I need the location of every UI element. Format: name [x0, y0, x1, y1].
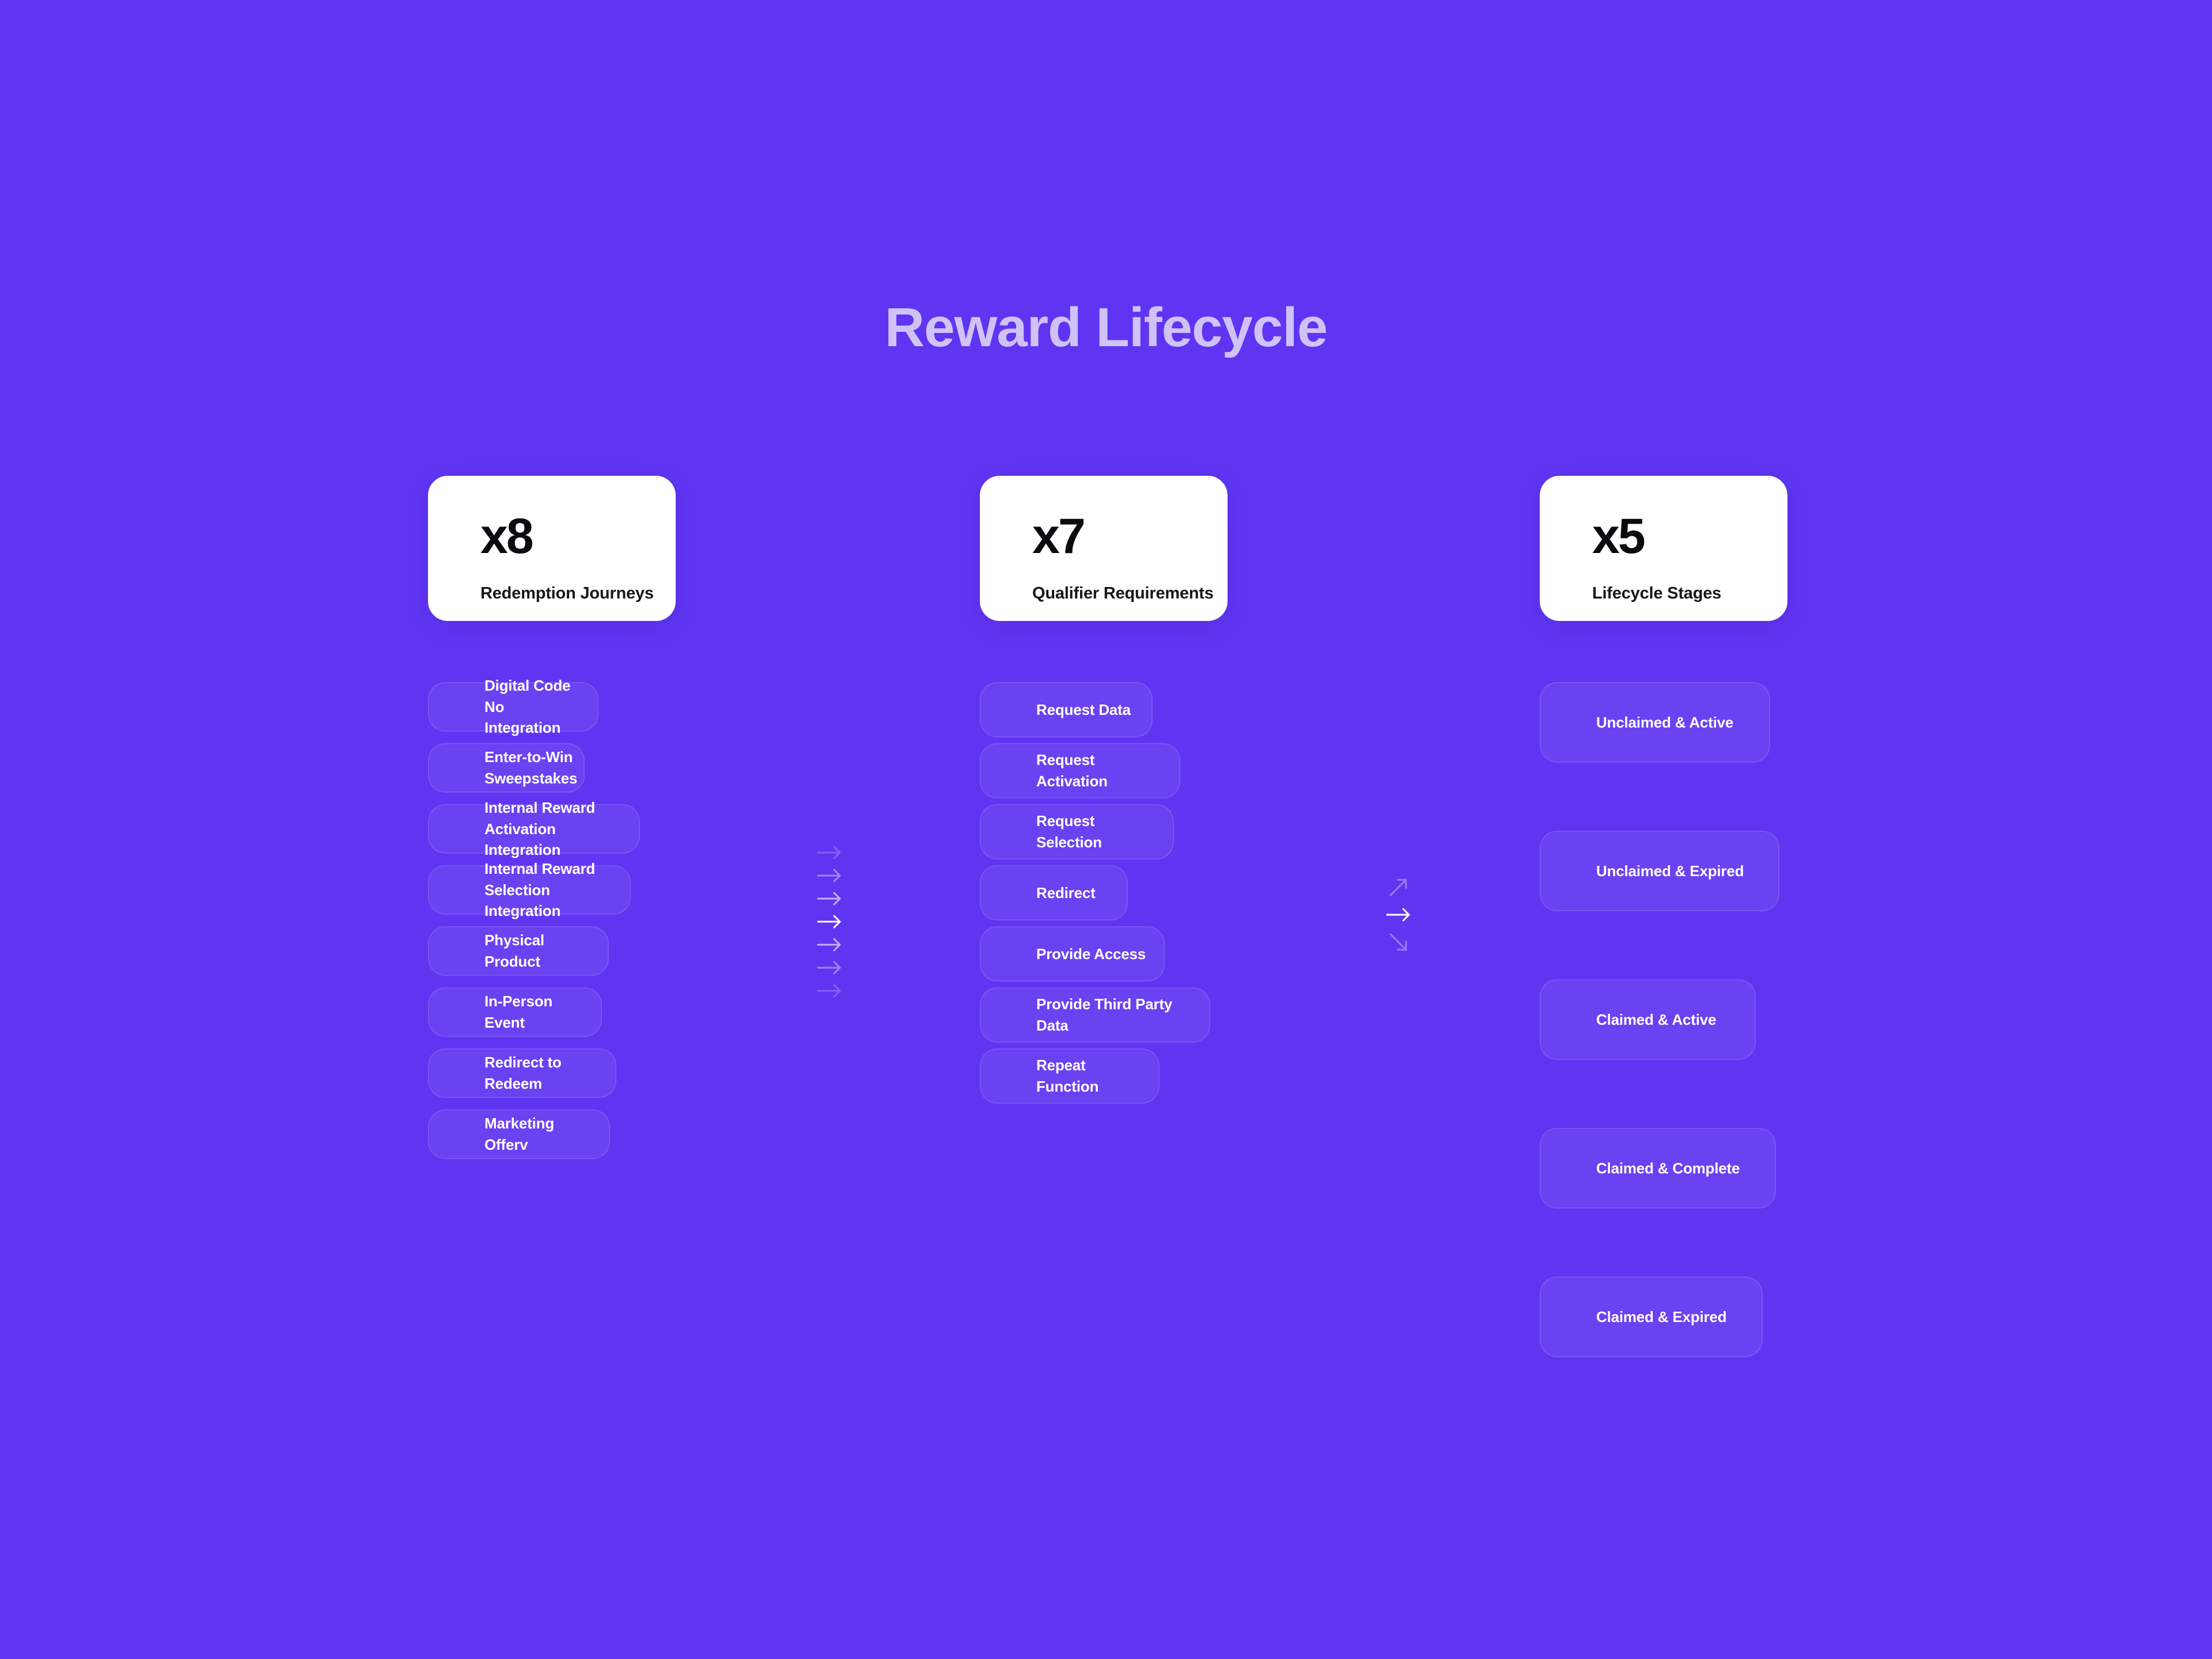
summary-card-1[interactable]: x7 Qualifier Requirements [980, 476, 1228, 621]
summary-card-count: x5 [1592, 509, 1646, 564]
lifecycle-board: x8 Redemption Journeys Digital Code No Int… [0, 0, 2212, 1659]
list-item-label: Repeat Function [1036, 1056, 1099, 1095]
list-item-label: Request Data [1036, 700, 1131, 718]
list-item[interactable]: Provide Third Party Data [980, 987, 1210, 1043]
lifecycle-column-0: x8 Redemption Journeys Digital Code No Int… [428, 476, 676, 1159]
list-item[interactable]: Provide Access [980, 926, 1165, 982]
list-item-label: Claimed & Expired [1596, 1308, 1727, 1325]
list-item[interactable]: Request Activation [980, 743, 1180, 798]
list-item-label: Physical Product [484, 931, 544, 970]
summary-card-0[interactable]: x8 Redemption Journeys [428, 476, 676, 621]
lifecycle-column-2: x5 Lifecycle Stages Unclaimed & Active Uncl… [1540, 476, 1787, 1357]
list-item-label: Redirect to Redeem [484, 1054, 562, 1092]
lifecycle-column-1: x7 Qualifier Requirements Request Data Requ… [980, 476, 1228, 1104]
list-item-label: Request Selection [1036, 812, 1102, 851]
list-item[interactable]: Digital Code No Integration [428, 677, 599, 736]
summary-card-count: x7 [1032, 509, 1086, 564]
list-item[interactable]: Redirect [980, 865, 1128, 921]
list-item-label: Provide Access [1036, 945, 1146, 963]
list-item-label: Internal Reward Activation Integration [484, 798, 596, 859]
list-item-label: Marketing Offerv [484, 1115, 555, 1153]
list-item[interactable]: Claimed & Complete [1540, 1128, 1776, 1209]
list-item[interactable]: Internal Reward Activation Integration [428, 799, 640, 858]
list-item[interactable]: Marketing Offerv [428, 1109, 610, 1159]
list-item[interactable]: Unclaimed & Active [1540, 682, 1770, 763]
list-item[interactable]: Unclaimed & Expired [1540, 831, 1779, 911]
arrow-down-right-icon [1382, 926, 1415, 959]
list-item-label: Request Activation [1036, 751, 1108, 790]
list-item-label: Claimed & Active [1596, 1010, 1717, 1028]
arrow-right-icon [813, 975, 846, 1007]
list-item-label: Unclaimed & Expired [1596, 862, 1744, 880]
list-item[interactable]: Enter-to-Win Sweepstakes [428, 743, 585, 793]
list-item[interactable]: Request Selection [980, 804, 1174, 859]
list-item-label: Enter-to-Win Sweepstakes [484, 748, 578, 787]
list-item-label: Claimed & Complete [1596, 1159, 1740, 1177]
list-item[interactable]: Repeat Function [980, 1048, 1160, 1104]
list-item[interactable]: Redirect to Redeem [428, 1048, 616, 1098]
list-item[interactable]: Internal Reward Selection Integration [428, 860, 631, 919]
summary-card-label: Lifecycle Stages [1592, 584, 1722, 603]
list-item[interactable]: In-Person Event [428, 987, 602, 1037]
list-item-label: Redirect [1036, 884, 1096, 902]
summary-card-count: x8 [480, 509, 534, 564]
list-item[interactable]: Physical Product [428, 926, 609, 976]
summary-card-2[interactable]: x5 Lifecycle Stages [1540, 476, 1787, 621]
summary-card-label: Redemption Journeys [480, 584, 654, 603]
list-item-label: Internal Reward Selection Integration [484, 859, 596, 920]
list-item[interactable]: Claimed & Expired [1540, 1277, 1763, 1357]
summary-card-label: Qualifier Requirements [1032, 584, 1214, 603]
list-item-label: Provide Third Party Data [1036, 995, 1173, 1034]
list-item[interactable]: Claimed & Active [1540, 979, 1756, 1060]
list-item-label: Unclaimed & Active [1596, 713, 1734, 731]
list-item-label: In-Person Event [484, 993, 553, 1031]
list-item[interactable]: Request Data [980, 682, 1153, 737]
list-item-label: Digital Code No Integration [484, 676, 571, 737]
